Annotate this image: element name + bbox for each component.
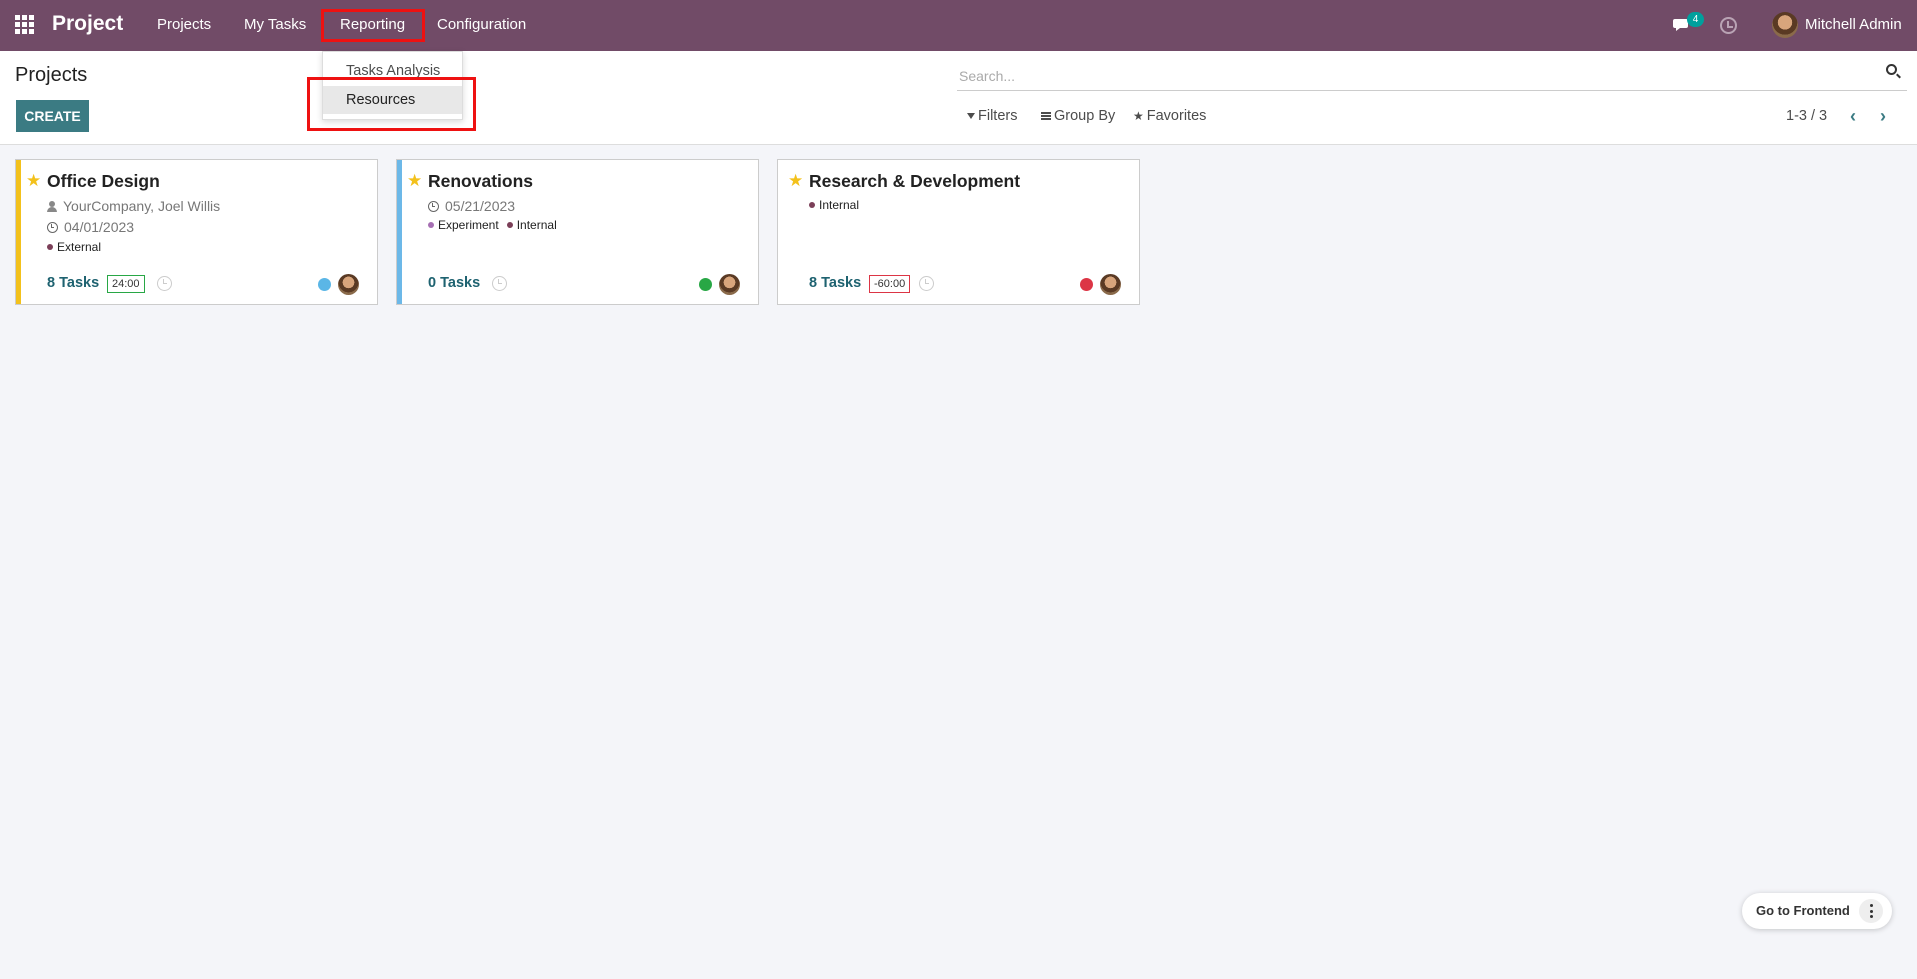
color-bar: [16, 160, 21, 304]
favorite-star-icon[interactable]: ★: [788, 171, 803, 191]
tag-dot: [809, 202, 815, 208]
status-dot[interactable]: [318, 278, 331, 291]
filters-label: Filters: [978, 108, 1018, 124]
tag: Internal: [809, 198, 859, 212]
search-input[interactable]: [959, 65, 1839, 87]
user-name[interactable]: Mitchell Admin: [1805, 16, 1902, 33]
color-bar: [397, 160, 402, 304]
apps-menu-icon[interactable]: [15, 15, 34, 34]
activity-clock-icon[interactable]: [1720, 17, 1737, 34]
nav-configuration[interactable]: Configuration: [437, 16, 526, 33]
project-date: 05/21/2023: [445, 198, 516, 214]
tag-list: Internal: [809, 198, 859, 212]
pager-previous-icon[interactable]: ‹: [1845, 107, 1861, 125]
tag-label: Experiment: [438, 218, 499, 232]
status-dot[interactable]: [699, 278, 712, 291]
go-to-frontend-button[interactable]: Go to Frontend: [1756, 903, 1850, 918]
project-name: Renovations: [428, 171, 534, 191]
tasks-count-link[interactable]: 8 Tasks: [809, 275, 861, 291]
manager-avatar[interactable]: [338, 274, 359, 295]
chat-count-badge: 4: [1687, 12, 1704, 27]
favorite-star-icon[interactable]: ★: [407, 171, 422, 191]
manager-avatar[interactable]: [719, 274, 740, 295]
filter-icon: [967, 113, 975, 119]
project-name: Office Design: [47, 171, 160, 191]
reporting-highlight-box: [321, 9, 425, 42]
favorites-button[interactable]: ★ Favorites: [1133, 108, 1206, 124]
nav-projects[interactable]: Projects: [157, 16, 211, 33]
tasks-count-link[interactable]: 8 Tasks: [47, 275, 99, 291]
project-date: 04/01/2023: [64, 219, 135, 235]
pager-next-icon[interactable]: ›: [1875, 107, 1891, 125]
project-card-research-development[interactable]: ★ Research & Development Internal 8 Task…: [777, 159, 1140, 305]
customer-row: YourCompany, Joel Willis: [47, 198, 220, 214]
hours-badge: 24:00: [107, 275, 145, 293]
tag-list: External: [47, 240, 101, 254]
hours-badge: -60:00: [869, 275, 911, 293]
favorites-label: Favorites: [1146, 108, 1207, 124]
project-card-renovations[interactable]: ★ Renovations 05/21/2023 Experiment Inte…: [396, 159, 759, 305]
clock-icon: [47, 221, 58, 233]
group-by-label: Group By: [1054, 108, 1116, 124]
search-bar: [957, 61, 1907, 91]
resources-highlight-box: [307, 77, 476, 131]
tag-dot: [506, 222, 513, 228]
project-card-office-design[interactable]: ★ Office Design YourCompany, Joel Willis…: [15, 159, 378, 305]
tag-label: External: [57, 240, 102, 254]
group-by-button[interactable]: Group By: [1041, 108, 1115, 124]
tag-list: Experiment Internal: [428, 218, 557, 232]
user-avatar[interactable]: [1772, 12, 1798, 38]
star-icon: ★: [1133, 109, 1144, 123]
frontend-pill: Go to Frontend: [1742, 893, 1892, 929]
tag: Internal: [506, 218, 557, 232]
control-panel: Projects CREATE Filters Group By ★ Favor…: [0, 51, 1917, 145]
kebab-menu-icon[interactable]: [1859, 899, 1883, 923]
user-icon: [47, 200, 57, 212]
bars-icon: [1041, 112, 1051, 120]
top-navbar: Project Projects My Tasks Reporting Conf…: [0, 0, 1917, 51]
app-brand[interactable]: Project: [52, 12, 123, 36]
date-row: 05/21/2023: [428, 198, 515, 214]
page-title: Projects: [15, 64, 88, 86]
activity-clock-icon[interactable]: [919, 276, 934, 291]
tag: External: [47, 240, 101, 254]
nav-my-tasks[interactable]: My Tasks: [244, 16, 306, 33]
tag-label: Internal: [516, 218, 557, 232]
date-row: 04/01/2023: [47, 219, 134, 235]
customer-name: YourCompany, Joel Willis: [63, 198, 221, 214]
activity-clock-icon[interactable]: [157, 276, 172, 291]
pager-value[interactable]: 1-3 / 3: [1786, 108, 1827, 124]
tag-label: Internal: [819, 198, 860, 212]
search-icon[interactable]: [1886, 64, 1897, 75]
tag-dot: [428, 222, 434, 228]
tasks-count-link[interactable]: 0 Tasks: [428, 275, 480, 291]
favorite-star-icon[interactable]: ★: [26, 171, 41, 191]
clock-icon: [428, 200, 439, 212]
tag: Experiment: [428, 218, 499, 232]
filters-button[interactable]: Filters: [967, 108, 1017, 124]
tag-dot: [47, 244, 53, 250]
status-dot[interactable]: [1080, 278, 1093, 291]
activity-clock-icon[interactable]: [492, 276, 507, 291]
create-button[interactable]: CREATE: [16, 100, 89, 132]
manager-avatar[interactable]: [1100, 274, 1121, 295]
project-name: Research & Development: [809, 171, 1021, 191]
